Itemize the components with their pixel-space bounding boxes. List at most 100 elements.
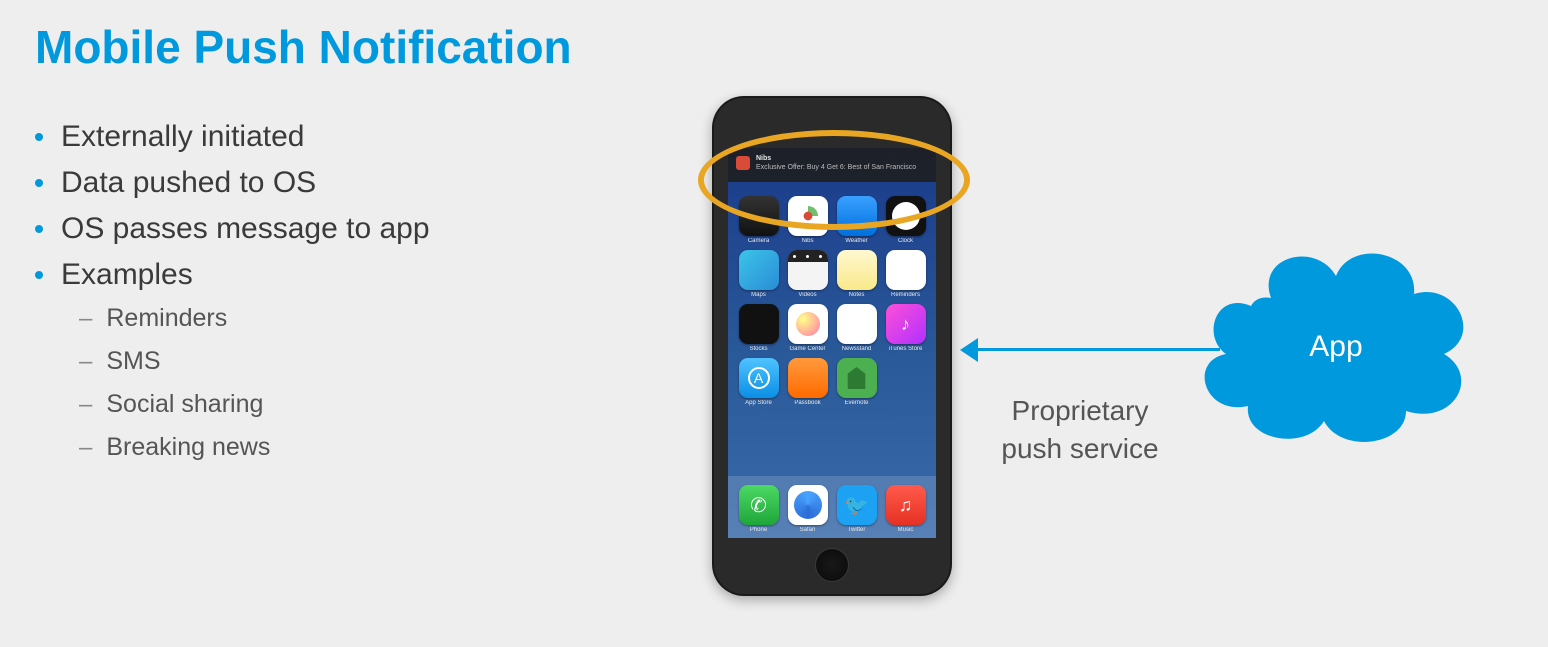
phone-mockup: Nibs Exclusive Offer: Buy 4 Get 6: Best … [712, 96, 952, 596]
newsstand-app-icon [837, 304, 877, 344]
app-label: Stocks [737, 346, 781, 352]
itunes-app-icon: ♪ [886, 304, 926, 344]
app-label: Camera [737, 238, 781, 244]
bullet-text: Data pushed to OS [61, 166, 316, 200]
phone-body: Nibs Exclusive Offer: Buy 4 Get 6: Best … [714, 98, 950, 594]
dash-icon: – [79, 391, 92, 419]
app-label: Twitter [835, 527, 879, 533]
nibs-app-icon [788, 196, 828, 236]
app-label: Clock [884, 238, 928, 244]
app-label: Game Center [786, 346, 830, 352]
push-notification-banner: Nibs Exclusive Offer: Buy 4 Get 6: Best … [728, 148, 936, 182]
bullet-text: OS passes message to app [61, 212, 430, 246]
app-cell: Newsstand [835, 304, 879, 352]
notification-text: Nibs Exclusive Offer: Buy 4 Get 6: Best … [756, 154, 916, 172]
sub-bullet-text: Social sharing [106, 390, 263, 419]
app-label: Notes [835, 292, 879, 298]
arrow-line-icon [972, 348, 1220, 351]
app-cell: Videos [786, 250, 830, 298]
cloud-label: App [1196, 330, 1476, 364]
clock-app-icon [886, 196, 926, 236]
sub-bullet-list: – Reminders – SMS – Social sharing – Bre… [79, 304, 635, 462]
app-label: Evernote [835, 400, 879, 406]
bullet-marker-icon [35, 133, 43, 141]
dock-item: ♫ Music [884, 485, 928, 533]
phone-screen: Nibs Exclusive Offer: Buy 4 Get 6: Best … [728, 148, 936, 538]
sub-bullet-item: – Breaking news [79, 433, 635, 462]
app-label: Videos [786, 292, 830, 298]
app-cloud: App [1196, 226, 1476, 454]
notification-body: Exclusive Offer: Buy 4 Get 6: Best of Sa… [756, 163, 916, 172]
sub-bullet-item: – Social sharing [79, 390, 635, 419]
bullet-marker-icon [35, 179, 43, 187]
app-cell: Clock [884, 196, 928, 244]
app-label: Phone [737, 527, 781, 533]
app-label: Maps [737, 292, 781, 298]
phone-app-icon: ✆ [739, 485, 779, 525]
sub-bullet-item: – SMS [79, 347, 635, 376]
app-label: Passbook [786, 400, 830, 406]
sub-bullet-item: – Reminders [79, 304, 635, 333]
notes-app-icon [837, 250, 877, 290]
bullet-text: Externally initiated [61, 120, 304, 154]
music-app-icon: ♫ [886, 485, 926, 525]
app-cell: Maps [737, 250, 781, 298]
appstore-app-icon: A [739, 358, 779, 398]
app-cell: Weather [835, 196, 879, 244]
app-label: Newsstand [835, 346, 879, 352]
dash-icon: – [79, 305, 92, 333]
bullet-list: Externally initiated Data pushed to OS O… [35, 120, 635, 476]
app-label: Safari [786, 527, 830, 533]
notification-app-name: Nibs [756, 154, 916, 163]
passbook-app-icon [788, 358, 828, 398]
gamecenter-app-icon [788, 304, 828, 344]
app-cell: Game Center [786, 304, 830, 352]
arrow-label: Proprietary push service [990, 392, 1170, 468]
push-arrow [960, 338, 1220, 362]
bullet-marker-icon [35, 225, 43, 233]
sub-bullet-text: SMS [106, 347, 160, 376]
stocks-app-icon [739, 304, 779, 344]
bullet-item: OS passes message to app [35, 212, 635, 246]
slide-title: Mobile Push Notification [0, 0, 1548, 74]
home-button-icon [815, 548, 849, 582]
app-label: iTunes Store [884, 346, 928, 352]
bullet-marker-icon [35, 271, 43, 279]
arrow-head-icon [960, 338, 978, 362]
app-cell: Passbook [786, 358, 830, 406]
camera-app-icon [739, 196, 779, 236]
weather-app-icon [837, 196, 877, 236]
dock-item: ✆ Phone [737, 485, 781, 533]
safari-app-icon [788, 485, 828, 525]
dock-item: Safari [786, 485, 830, 533]
dock-item: 🐦 Twitter [835, 485, 879, 533]
phone-dock: ✆ Phone Safari 🐦 Twitter ♫ Music [728, 476, 936, 538]
app-cell: Stocks [737, 304, 781, 352]
app-cell: Reminders [884, 250, 928, 298]
home-screen-grid: Camera Nibs Weather Clock Maps Videos No… [736, 196, 928, 406]
dash-icon: – [79, 348, 92, 376]
app-label: App Store [737, 400, 781, 406]
sub-bullet-text: Reminders [106, 304, 227, 333]
app-cell: Camera [737, 196, 781, 244]
notification-app-icon [736, 156, 750, 170]
app-cell: Notes [835, 250, 879, 298]
app-label: Weather [835, 238, 879, 244]
bullet-item: Externally initiated [35, 120, 635, 154]
videos-app-icon [788, 250, 828, 290]
bullet-item: Data pushed to OS [35, 166, 635, 200]
evernote-app-icon [837, 358, 877, 398]
app-label: Nibs [786, 238, 830, 244]
dash-icon: – [79, 434, 92, 462]
app-cell: Nibs [786, 196, 830, 244]
app-cell: A App Store [737, 358, 781, 406]
app-label: Music [884, 527, 928, 533]
app-label: Reminders [884, 292, 928, 298]
twitter-app-icon: 🐦 [837, 485, 877, 525]
app-cell: Evernote [835, 358, 879, 406]
sub-bullet-text: Breaking news [106, 433, 270, 462]
reminders-app-icon [886, 250, 926, 290]
app-cell: ♪ iTunes Store [884, 304, 928, 352]
maps-app-icon [739, 250, 779, 290]
bullet-text: Examples [61, 258, 193, 292]
